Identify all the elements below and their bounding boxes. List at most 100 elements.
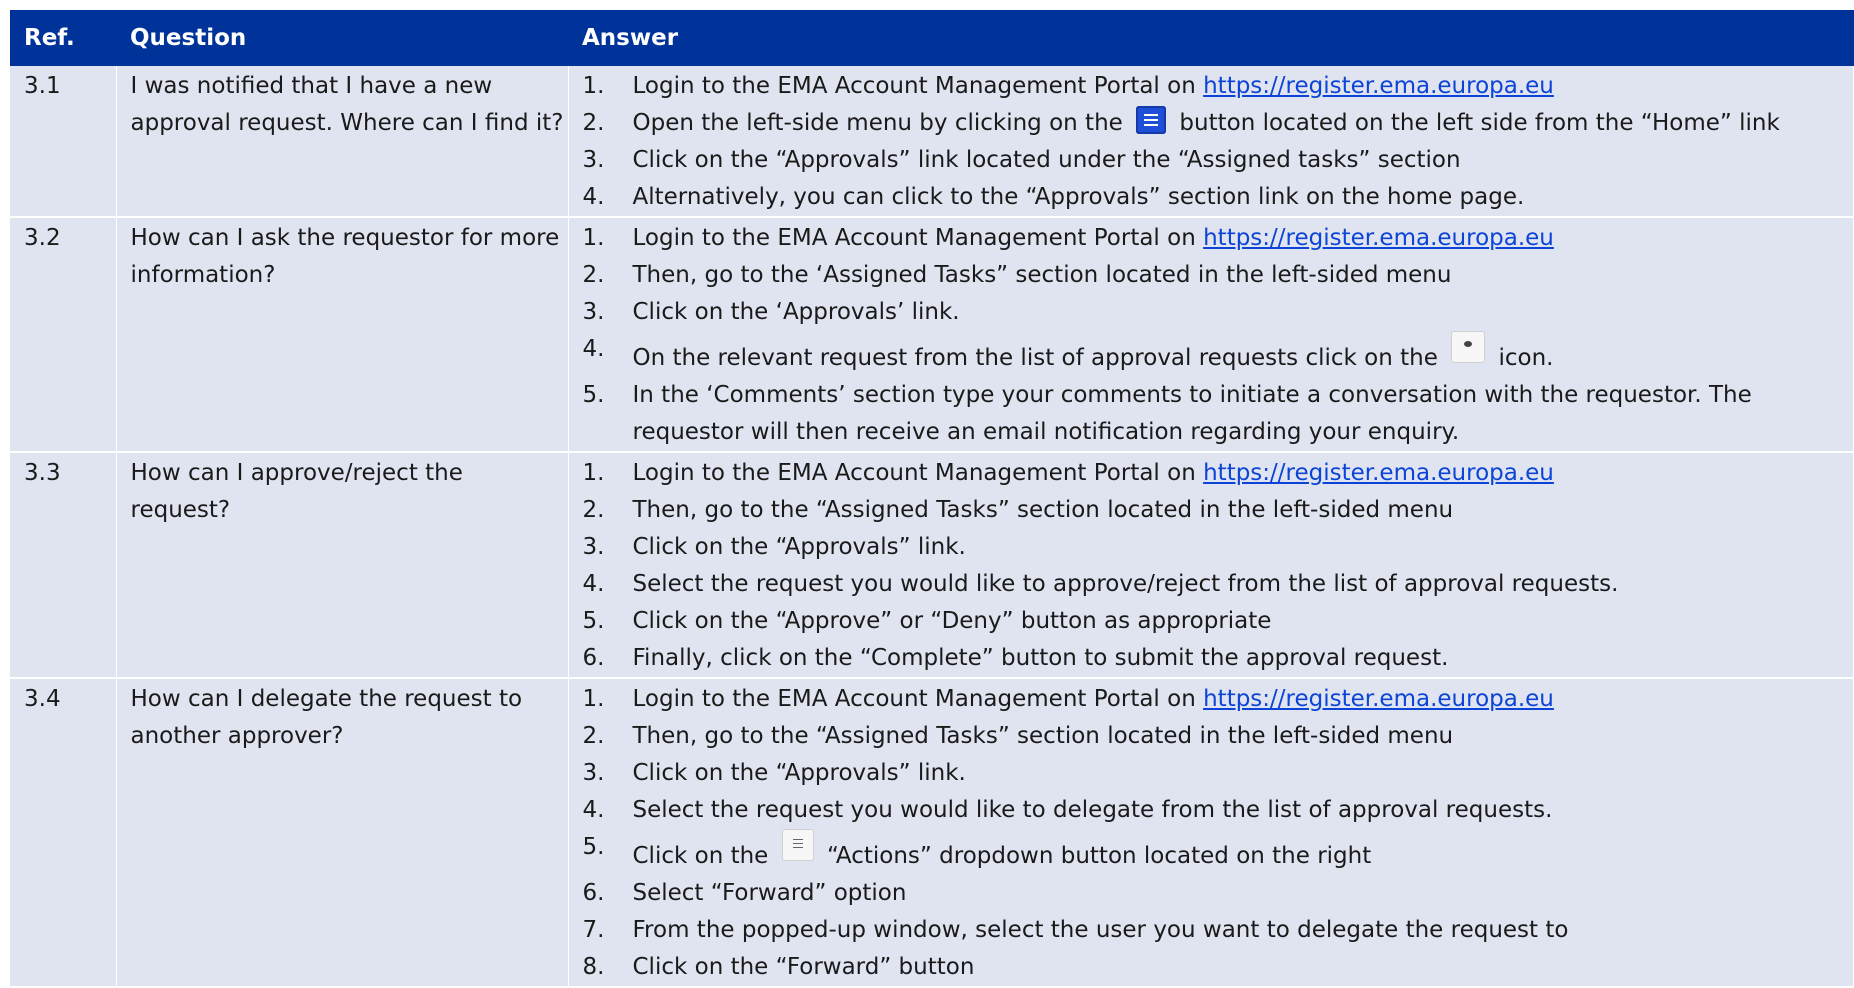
list-item: 7. From the popped-up window, select the …: [583, 912, 1854, 949]
steps-list: 1. Login to the EMA Account Management Po…: [583, 68, 1854, 216]
step-number: 3.: [582, 534, 605, 560]
list-item: 4. Select the request you would like to a…: [583, 566, 1854, 603]
steps-list: 1. Login to the EMA Account Management Po…: [583, 220, 1854, 451]
portal-link[interactable]: https://register.ema.europa.eu: [1203, 460, 1554, 486]
header-question: Question: [116, 10, 568, 66]
table-row: 3.1 I was notified that I have a new app…: [10, 66, 1854, 218]
step-text: Then, go to the “Assigned Tasks” section…: [632, 497, 1454, 523]
list-item: 5. Click on the “Actions” dropdown button…: [583, 829, 1854, 875]
table-row: 3.2 How can I ask the requestor for more…: [10, 217, 1854, 453]
list-item: 5. Click on the “Approve” or “Deny” butto…: [583, 603, 1854, 640]
step-text: “Actions” dropdown button located on the…: [819, 843, 1372, 869]
list-item: 6. Select “Forward” option: [583, 875, 1854, 912]
step-text: Finally, click on the “Complete” button …: [632, 645, 1449, 671]
row-question: How can I approve/reject the request?: [116, 452, 569, 679]
actions-menu-icon: [781, 829, 814, 861]
step-number: 3.: [582, 760, 605, 786]
step-number: 1.: [582, 73, 605, 99]
step-text: Login to the EMA Account Management Port…: [632, 225, 1204, 251]
step-number: 3.: [582, 299, 605, 325]
list-item: 4. On the relevant request from the list …: [583, 331, 1854, 377]
step-text: Then, go to the ‘Assigned Tasks” section…: [632, 262, 1452, 288]
step-number: 4.: [582, 184, 605, 210]
list-item: 6. Finally, click on the “Complete” butto…: [583, 640, 1854, 677]
row-answer: 1. Login to the EMA Account Management Po…: [568, 678, 1854, 988]
step-text: Then, go to the “Assigned Tasks” section…: [632, 723, 1454, 749]
step-number: 4.: [582, 571, 605, 597]
row-ref: 3.3: [10, 452, 117, 679]
step-text: In the ‘Comments’ section type your comm…: [632, 382, 1752, 445]
list-item: 3. Click on the “Approvals” link located …: [583, 142, 1854, 179]
step-text: Click on the “Approve” or “Deny” button …: [632, 608, 1272, 634]
faq-table: Ref. Question Answer 3.1 I was notified …: [10, 10, 1854, 988]
list-item: 1. Login to the EMA Account Management Po…: [583, 68, 1854, 105]
portal-link[interactable]: https://register.ema.europa.eu: [1203, 225, 1554, 251]
table-row: 3.3 How can I approve/reject the request…: [10, 452, 1854, 679]
step-text: Click on the “Approvals” link located un…: [632, 147, 1461, 173]
row-answer: 1. Login to the EMA Account Management Po…: [568, 452, 1854, 679]
step-number: 6.: [582, 880, 605, 906]
step-text: Select the request you would like to app…: [632, 571, 1619, 597]
step-number: 2.: [582, 262, 605, 288]
row-ref: 3.4: [10, 678, 117, 988]
comment-icon: [1451, 331, 1486, 363]
step-text: Click on the “Approvals” link.: [632, 534, 966, 560]
row-ref: 3.1: [10, 66, 117, 218]
step-text: Click on the ‘Approvals’ link.: [632, 299, 960, 325]
row-answer: 1. Login to the EMA Account Management Po…: [568, 217, 1854, 453]
step-number: 4.: [582, 336, 605, 362]
list-item: 3. Click on the “Approvals” link.: [583, 755, 1854, 792]
table-header-row: Ref. Question Answer: [10, 10, 1854, 66]
step-text: Alternatively, you can click to the “App…: [632, 184, 1525, 210]
list-item: 8. Click on the “Forward” button: [583, 949, 1854, 986]
step-text: Click on the “Forward” button: [632, 954, 975, 980]
row-question: I was notified that I have a new approva…: [116, 66, 569, 218]
step-number: 7.: [582, 917, 605, 943]
list-item: 3. Click on the ‘Approvals’ link.: [583, 294, 1854, 331]
row-answer: 1. Login to the EMA Account Management Po…: [568, 66, 1854, 218]
row-ref: 3.2: [10, 217, 117, 453]
list-item: 3. Click on the “Approvals” link.: [583, 529, 1854, 566]
step-number: 8.: [582, 954, 605, 980]
list-item: 4. Select the request you would like to d…: [583, 792, 1854, 829]
step-number: 2.: [582, 497, 605, 523]
table-row: 3.4 How can I delegate the request to an…: [10, 678, 1854, 988]
step-number: 2.: [582, 723, 605, 749]
list-item: 1. Login to the EMA Account Management Po…: [583, 220, 1854, 257]
step-text: Click on the “Approvals” link.: [632, 760, 966, 786]
list-item: 5. In the ‘Comments’ section type your co…: [583, 377, 1854, 451]
menu-list-icon: [1136, 106, 1167, 134]
list-item: 1. Login to the EMA Account Management Po…: [583, 455, 1854, 492]
step-number: 6.: [582, 645, 605, 671]
step-number: 1.: [582, 460, 605, 486]
step-number: 4.: [582, 797, 605, 823]
step-text: button located on the left side from the…: [1172, 110, 1780, 136]
list-item: 2. Then, go to the ‘Assigned Tasks” secti…: [583, 257, 1854, 294]
list-item: 2. Then, go to the “Assigned Tasks” secti…: [583, 718, 1854, 755]
list-item: 4. Alternatively, you can click to the “A…: [583, 179, 1854, 216]
step-text: Login to the EMA Account Management Port…: [632, 686, 1204, 712]
list-item: 2. Open the left-side menu by clicking on…: [583, 105, 1854, 142]
portal-link[interactable]: https://register.ema.europa.eu: [1203, 686, 1554, 712]
list-item: 1. Login to the EMA Account Management Po…: [583, 681, 1854, 718]
step-text: Login to the EMA Account Management Port…: [632, 460, 1204, 486]
portal-link[interactable]: https://register.ema.europa.eu: [1203, 73, 1554, 99]
steps-list: 1. Login to the EMA Account Management Po…: [583, 455, 1854, 677]
step-number: 3.: [582, 147, 605, 173]
step-text: Select “Forward” option: [632, 880, 907, 906]
list-item: 2. Then, go to the “Assigned Tasks” secti…: [583, 492, 1854, 529]
step-text: Click on the: [632, 843, 776, 869]
step-text: Open the left-side menu by clicking on t…: [632, 110, 1131, 136]
row-question: How can I ask the requestor for more inf…: [116, 217, 569, 453]
step-number: 1.: [582, 686, 605, 712]
step-number: 5.: [582, 834, 605, 860]
step-number: 2.: [582, 110, 605, 136]
steps-list: 1. Login to the EMA Account Management Po…: [583, 681, 1854, 986]
step-text: icon.: [1491, 345, 1554, 371]
step-text: Login to the EMA Account Management Port…: [632, 73, 1204, 99]
step-number: 5.: [582, 382, 605, 408]
step-number: 5.: [582, 608, 605, 634]
step-number: 1.: [582, 225, 605, 251]
step-text: Select the request you would like to del…: [632, 797, 1553, 823]
header-ref: Ref.: [10, 10, 116, 66]
